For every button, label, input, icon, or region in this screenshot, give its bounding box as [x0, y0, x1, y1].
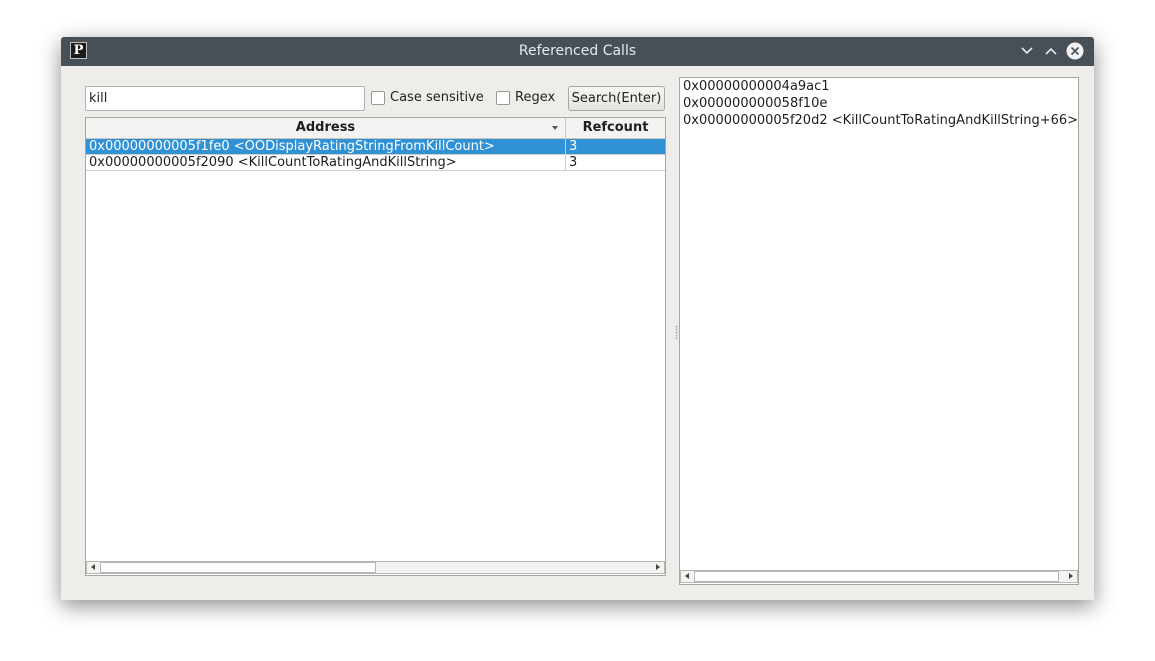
list-item[interactable]: 0x00000000004a9ac1 [683, 78, 830, 95]
scroll-left-icon[interactable] [87, 562, 100, 573]
splitter-handle[interactable] [675, 325, 678, 339]
close-icon[interactable] [1066, 42, 1084, 60]
table-horizontal-scrollbar[interactable] [86, 561, 665, 574]
column-header-refcount[interactable]: Refcount [566, 118, 665, 138]
address-cell: 0x00000000005f2090 <KillCountToRatingAnd… [89, 155, 457, 170]
regex-checkbox[interactable] [496, 91, 510, 105]
column-header-address[interactable]: Address [86, 118, 566, 138]
refcount-cell: 3 [569, 155, 578, 170]
list-item[interactable]: 0x000000000058f10e [683, 95, 827, 112]
table-header: Address Refcount [86, 118, 665, 139]
case-sensitive-label[interactable]: Case sensitive [390, 89, 484, 107]
search-button[interactable]: Search(Enter) [568, 86, 665, 111]
references-list[interactable]: 0x00000000004a9ac1 0x000000000058f10e 0x… [679, 77, 1079, 585]
title-bar[interactable]: P Referenced Calls [61, 37, 1094, 66]
column-divider [565, 139, 566, 154]
regex-label[interactable]: Regex [515, 89, 555, 107]
referenced-calls-window: P Referenced Calls Case sensitive Regex … [61, 37, 1094, 600]
scroll-left-icon[interactable] [681, 571, 694, 582]
search-input[interactable] [85, 86, 365, 111]
list-item[interactable]: 0x00000000005f20d2 <KillCountToRatingAnd… [683, 112, 1078, 129]
table-row[interactable]: 0x00000000005f1fe0 <OODisplayRatingStrin… [86, 139, 665, 155]
case-sensitive-checkbox[interactable] [371, 91, 385, 105]
functions-table[interactable]: Address Refcount 0x00000000005f1fe0 <OOD… [85, 117, 666, 576]
table-row[interactable]: 0x00000000005f2090 <KillCountToRatingAnd… [86, 155, 665, 171]
refcount-cell: 3 [569, 139, 578, 154]
address-cell: 0x00000000005f1fe0 <OODisplayRatingStrin… [89, 139, 495, 154]
scroll-right-icon[interactable] [1064, 571, 1077, 582]
scrollbar-handle[interactable] [694, 571, 1059, 582]
scrollbar-handle[interactable] [100, 562, 376, 573]
references-horizontal-scrollbar[interactable] [680, 570, 1078, 583]
scroll-right-icon[interactable] [651, 562, 664, 573]
chevron-down-icon[interactable] [1018, 42, 1036, 60]
window-title: Referenced Calls [518, 43, 637, 59]
chevron-up-icon[interactable] [1042, 42, 1060, 60]
column-divider [565, 155, 566, 170]
sort-descending-icon [552, 126, 558, 130]
